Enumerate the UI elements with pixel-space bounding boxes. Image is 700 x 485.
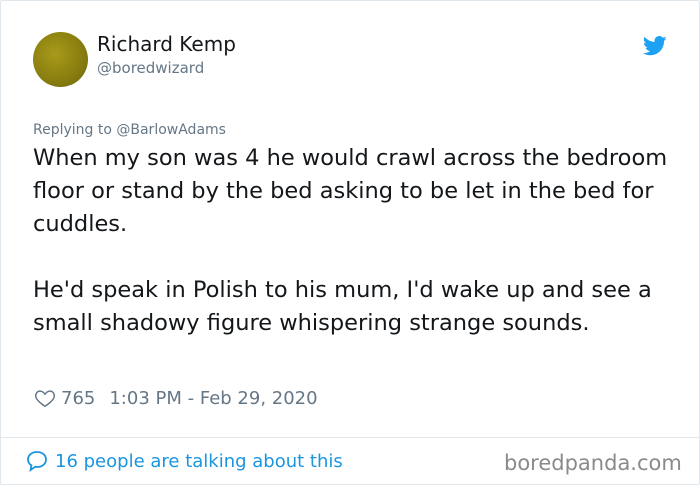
- conversation-link[interactable]: 16 people are talking about this: [25, 449, 343, 473]
- tweet-body: When my son was 4 he would crawl across …: [33, 142, 673, 340]
- divider: [1, 437, 699, 438]
- watermark: boredpanda.com: [504, 451, 682, 475]
- twitter-bird-icon[interactable]: [643, 36, 667, 56]
- avatar[interactable]: [33, 32, 88, 87]
- heart-icon[interactable]: [34, 387, 56, 409]
- timestamp[interactable]: 1:03 PM - Feb 29, 2020: [109, 388, 317, 409]
- author-handle[interactable]: @boredwizard: [97, 59, 204, 77]
- speech-bubble-icon: [27, 451, 47, 472]
- tweet-card: Richard Kemp @boredwizard Replying to @B…: [0, 0, 700, 485]
- author-name[interactable]: Richard Kemp: [97, 32, 236, 56]
- tweet-paragraph: When my son was 4 he would crawl across …: [33, 145, 668, 237]
- replying-to[interactable]: Replying to @BarlowAdams: [33, 122, 226, 138]
- tweet-meta: 765 1:03 PM - Feb 29, 2020: [34, 386, 318, 410]
- tweet-paragraph: He'd speak in Polish to his mum, I'd wak…: [33, 277, 652, 336]
- conversation-label: 16 people are talking about this: [55, 450, 343, 472]
- like-count[interactable]: 765: [61, 388, 95, 409]
